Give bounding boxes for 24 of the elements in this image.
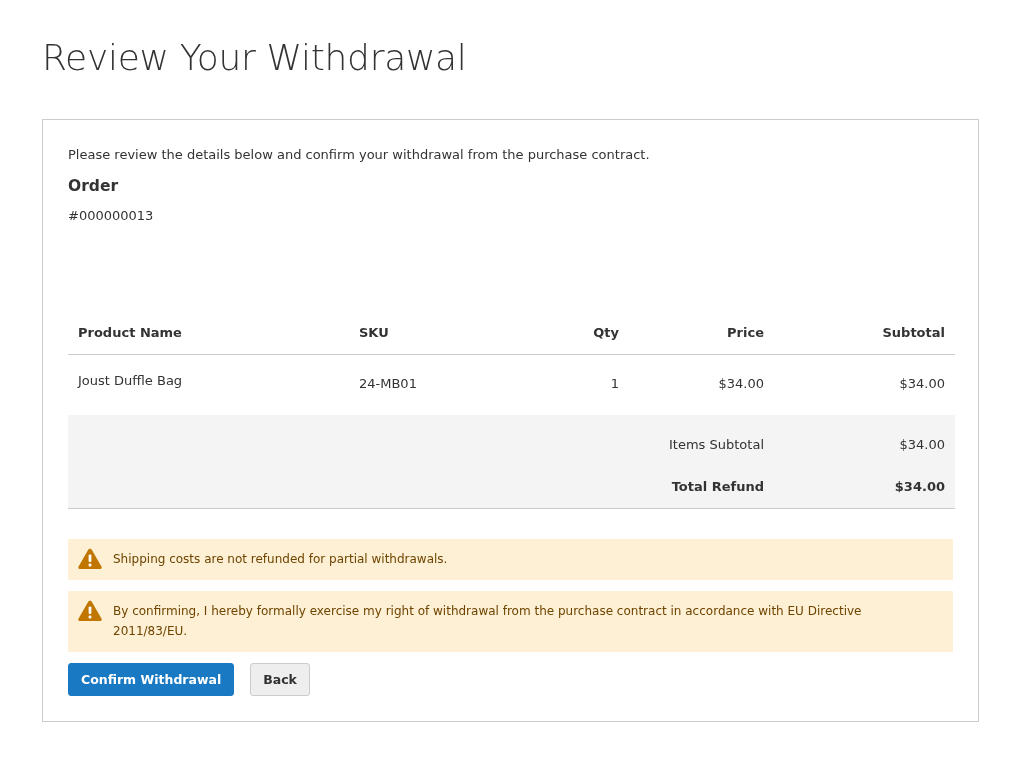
column-header: Subtotal [774,312,955,355]
table-cell: Joust Duffle Bag [68,354,349,415]
total-value: $34.00 [774,415,955,466]
column-header: SKU [349,312,529,355]
column-header: Qty [529,312,629,355]
warning-icon [78,600,102,621]
table-cell: 24-MB01 [349,354,529,415]
warning-icon [78,548,102,569]
back-button[interactable]: Back [250,663,310,696]
order-number: #000000013 [68,207,155,225]
table-cell: $34.00 [774,354,955,415]
column-header: Price [629,312,774,355]
total-label: Total Refund [629,466,774,509]
intro-text: Please review the details below and confirm your withdrawal from the purchase contract. [68,146,651,164]
table-cell: 1 [529,354,629,415]
column-header: Product Name [68,312,349,355]
notice-text: By confirming, I hereby formally exercise my right of withdrawal from the purchase contract in accordance with EU Directive 2011/83/EU. [113,603,863,640]
total-value: $34.00 [774,466,955,509]
page-title: Review Your Withdrawal [42,36,467,80]
confirm-button[interactable]: Confirm Withdrawal [68,663,235,696]
order-heading: Order [68,176,120,197]
notice-text: Shipping costs are not refunded for partial withdrawals. [113,551,448,568]
total-label: Items Subtotal [629,415,774,466]
table-cell: $34.00 [629,354,774,415]
